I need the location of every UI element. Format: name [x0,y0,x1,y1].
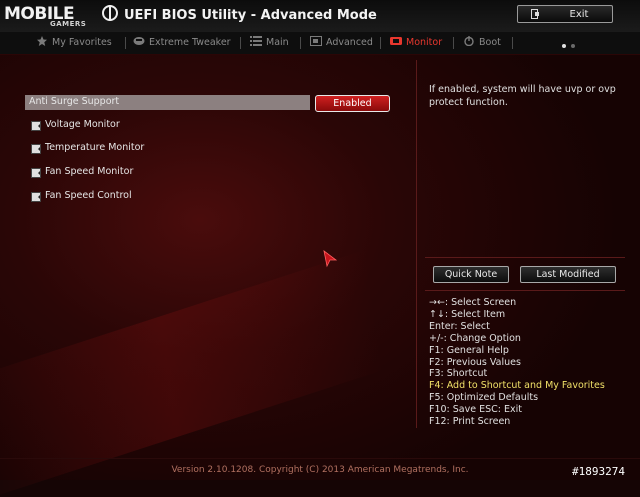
key-f2: F2: Previous Values [429,356,521,368]
key-enter: Enter: Select [429,320,490,332]
tab-separator [453,37,454,49]
tab-label: Monitor [406,37,443,48]
help-description: If enabled, system will have uvp or ovp … [429,84,616,108]
rog-logo-icon [102,5,118,21]
tab-label: Main [266,37,289,48]
exit-button[interactable]: Exit [517,5,613,23]
submenu-arrow-icon [31,144,41,154]
submenu-fan-speed-control[interactable]: Fan Speed Control [31,190,231,203]
key-f4: F4: Add to Shortcut and My Favorites [429,380,605,392]
tab-extreme-tweaker[interactable]: Extreme Tweaker [133,36,231,50]
watermark-text: #1893274 [572,465,625,478]
submenu-label: Fan Speed Monitor [45,166,134,177]
tab-separator [240,37,241,49]
tab-separator [512,37,513,49]
exit-label: Exit [569,9,589,20]
key-legend: →←: Select Screen ↑↓: Select Item Enter:… [429,297,605,428]
submenu-label: Temperature Monitor [45,142,145,153]
last-modified-button[interactable]: Last Modified [520,266,616,283]
power-icon [464,36,474,46]
star-icon [37,36,47,46]
key-f12: F12: Print Screen [429,416,511,428]
submenu-label: Fan Speed Control [45,190,132,201]
header-bar: MOBILE GAMERS UEFI BIOS Utility - Advanc… [0,0,640,33]
tab-bar: My Favorites Extreme Tweaker Main Advanc… [0,32,640,55]
logo-subtext: GAMERS [50,20,87,28]
keys-divider [425,290,625,291]
submenu-arrow-icon [31,168,41,178]
key-f10: F10: Save ESC: Exit [429,404,522,416]
page-indicator [562,40,580,51]
tab-label: Boot [479,37,501,48]
tab-label: Extreme Tweaker [149,37,231,48]
list-icon [250,36,262,46]
submenu-voltage-monitor[interactable]: Voltage Monitor [31,119,231,132]
tab-advanced[interactable]: Advanced [310,36,373,50]
page-dot-active [562,44,566,48]
footer-version: Version 2.10.1208. Copyright (C) 2013 Am… [171,465,469,475]
panel-divider [416,60,417,428]
mouse-cursor-icon [323,250,337,268]
tab-boot[interactable]: Boot [463,36,501,50]
page-title: UEFI BIOS Utility - Advanced Mode [124,8,377,23]
tweaker-icon [133,37,145,45]
anti-surge-label: Anti Surge Support [29,96,120,107]
tab-label: Advanced [326,37,373,48]
tab-my-favorites[interactable]: My Favorites [36,36,112,50]
submenu-arrow-icon [31,121,41,131]
monitor-icon [390,37,402,45]
exit-icon [531,9,539,19]
tab-separator [300,37,301,49]
page-dot [571,44,575,48]
tab-label: My Favorites [52,37,112,48]
footer-divider [0,458,640,459]
submenu-label: Voltage Monitor [45,119,120,130]
key-select-screen: →←: Select Screen [429,297,517,308]
quick-note-button[interactable]: Quick Note [433,266,509,283]
tab-separator [125,37,126,49]
key-change-option: +/-: Change Option [429,332,521,344]
submenu-arrow-icon [31,192,41,202]
key-f5: F5: Optimized Defaults [429,392,539,404]
submenu-temperature-monitor[interactable]: Temperature Monitor [31,142,231,155]
tab-main[interactable]: Main [250,36,289,50]
anti-surge-value-button[interactable]: Enabled [315,95,390,112]
help-divider [425,257,625,258]
advanced-icon [310,36,322,46]
tab-separator [380,37,381,49]
key-f3: F3: Shortcut [429,368,488,380]
key-select-item: ↑↓: Select Item [429,308,506,320]
key-f1: F1: General Help [429,344,509,356]
tab-monitor[interactable]: Monitor [390,36,442,50]
submenu-fan-speed-monitor[interactable]: Fan Speed Monitor [31,166,231,179]
